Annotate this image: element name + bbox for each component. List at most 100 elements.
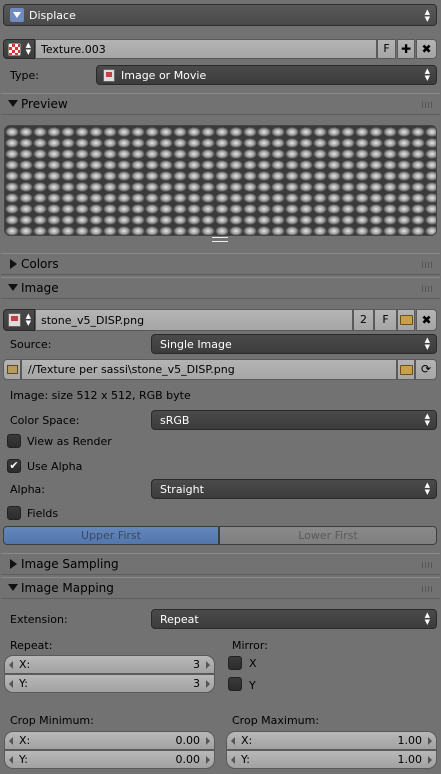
checkmark-icon: ✔ bbox=[9, 459, 19, 472]
use-alpha-checkbox[interactable]: ✔ bbox=[7, 459, 21, 473]
alpha-label: Alpha: bbox=[10, 483, 45, 496]
checker-icon bbox=[8, 43, 21, 56]
panel-preview-header[interactable]: Preview bbox=[1, 93, 440, 115]
crop-max-y-field[interactable]: Y: 1.00 bbox=[226, 750, 437, 769]
folder-icon bbox=[400, 365, 413, 375]
image-unlink-button[interactable]: ✖ bbox=[416, 309, 437, 331]
crop-max-x-field[interactable]: X: 1.00 bbox=[226, 731, 437, 750]
texture-name-field[interactable]: Texture.003 bbox=[35, 39, 377, 59]
close-icon: ✖ bbox=[421, 42, 432, 56]
mirror-x-label: X bbox=[249, 657, 257, 670]
texture-browse-button[interactable]: ▲ ▼ bbox=[3, 39, 35, 59]
decrement-arrow-icon[interactable] bbox=[9, 661, 13, 669]
crop-minimum-label: Crop Minimum: bbox=[10, 714, 94, 727]
decrement-arrow-icon[interactable] bbox=[231, 737, 235, 745]
image-icon bbox=[103, 69, 115, 82]
chevron-updown-icon: ▲ ▼ bbox=[25, 312, 31, 327]
reload-button[interactable]: ⟳ bbox=[415, 359, 437, 380]
increment-arrow-icon[interactable] bbox=[206, 756, 210, 764]
alpha-mode-select[interactable]: Straight ▲ ▼ bbox=[151, 479, 437, 499]
field-order-upper-first[interactable]: Upper First bbox=[3, 526, 219, 545]
mirror-y-checkbox[interactable] bbox=[228, 677, 242, 691]
texture-preview-image bbox=[4, 125, 437, 236]
increment-arrow-icon[interactable] bbox=[428, 756, 432, 764]
increment-arrow-icon[interactable] bbox=[206, 737, 210, 745]
crop-min-y-field[interactable]: Y: 0.00 bbox=[4, 750, 215, 769]
collapse-triangle-icon bbox=[8, 100, 18, 107]
modifier-header[interactable]: Displace ▲ ▼ bbox=[3, 4, 437, 26]
drag-grip-icon[interactable] bbox=[422, 262, 434, 268]
texture-fake-user-button[interactable]: F bbox=[377, 39, 396, 59]
drag-grip-icon[interactable] bbox=[422, 286, 434, 292]
drag-grip-icon[interactable] bbox=[422, 586, 434, 592]
use-alpha-label: Use Alpha bbox=[27, 460, 83, 473]
decrement-arrow-icon[interactable] bbox=[231, 756, 235, 764]
chevron-updown-icon: ▲ ▼ bbox=[424, 481, 430, 496]
mirror-x-checkbox[interactable] bbox=[228, 656, 242, 670]
increment-arrow-icon[interactable] bbox=[428, 737, 432, 745]
image-name-field[interactable]: stone_v5_DISP.png bbox=[35, 309, 353, 331]
increment-arrow-icon[interactable] bbox=[206, 661, 210, 669]
fields-label: Fields bbox=[27, 507, 59, 520]
preview-resize-handle[interactable] bbox=[212, 237, 228, 242]
view-as-render-checkbox[interactable] bbox=[7, 434, 21, 448]
modifier-name: Displace bbox=[29, 9, 76, 22]
chevron-updown-icon: ▲ ▼ bbox=[424, 336, 430, 351]
mirror-y-label: Y bbox=[249, 679, 256, 692]
collapse-triangle-icon bbox=[8, 584, 18, 591]
decrement-arrow-icon[interactable] bbox=[9, 737, 13, 745]
chevron-updown-icon: ▲ ▼ bbox=[25, 41, 31, 56]
field-order-lower-first[interactable]: Lower First bbox=[219, 526, 437, 545]
mirror-label: Mirror: bbox=[232, 639, 268, 652]
panel-image-header[interactable]: Image bbox=[1, 277, 440, 299]
repeat-y-field[interactable]: Y: 3 bbox=[4, 674, 215, 693]
panel-image-mapping-header[interactable]: Image Mapping bbox=[1, 577, 440, 599]
image-fake-user-button[interactable]: F bbox=[374, 309, 397, 331]
fields-checkbox[interactable] bbox=[7, 506, 21, 520]
drag-grip-icon[interactable] bbox=[422, 102, 434, 108]
folder-icon bbox=[400, 315, 413, 325]
type-label: Type: bbox=[10, 69, 39, 82]
view-as-render-label: View as Render bbox=[27, 435, 112, 448]
color-space-label: Color Space: bbox=[10, 414, 80, 427]
expand-triangle-icon bbox=[10, 559, 17, 569]
collapse-triangle-icon bbox=[8, 284, 18, 291]
texture-unlink-button[interactable]: ✖ bbox=[416, 39, 437, 59]
texture-new-button[interactable]: ✚ bbox=[397, 39, 415, 59]
decrement-arrow-icon[interactable] bbox=[9, 680, 13, 688]
close-icon: ✖ bbox=[421, 313, 432, 327]
chevron-updown-icon: ▲ ▼ bbox=[424, 611, 430, 626]
crop-maximum-label: Crop Maximum: bbox=[232, 714, 320, 727]
expand-triangle-icon bbox=[10, 259, 17, 269]
image-browse-button[interactable]: ▲ ▼ bbox=[3, 309, 35, 331]
chevron-updown-icon: ▲ ▼ bbox=[424, 412, 430, 427]
filepath-row: //Texture per sassi\stone_v5_DISP.png ⟳ bbox=[3, 359, 437, 380]
image-info-text: Image: size 512 x 512, RGB byte bbox=[10, 389, 191, 402]
repeat-label: Repeat: bbox=[10, 639, 53, 652]
panel-colors-header[interactable]: Colors bbox=[1, 253, 440, 275]
image-icon bbox=[8, 313, 21, 327]
decrement-arrow-icon[interactable] bbox=[9, 756, 13, 764]
extension-label: Extension: bbox=[10, 613, 68, 626]
plus-icon: ✚ bbox=[400, 42, 412, 56]
color-space-select[interactable]: sRGB ▲ ▼ bbox=[151, 410, 437, 430]
image-open-button[interactable] bbox=[397, 309, 415, 331]
increment-arrow-icon[interactable] bbox=[206, 680, 210, 688]
source-select[interactable]: Single Image ▲ ▼ bbox=[151, 334, 437, 354]
repeat-x-field[interactable]: X: 3 bbox=[4, 655, 215, 674]
pack-button[interactable] bbox=[3, 359, 21, 380]
crop-min-x-field[interactable]: X: 0.00 bbox=[4, 731, 215, 750]
image-users-count[interactable]: 2 bbox=[353, 309, 374, 331]
drag-grip-icon[interactable] bbox=[422, 562, 434, 568]
panel-image-sampling-header[interactable]: Image Sampling bbox=[1, 553, 440, 575]
reload-icon: ⟳ bbox=[420, 362, 432, 376]
type-select[interactable]: Image or Movie ▲ ▼ bbox=[96, 65, 437, 85]
package-icon bbox=[7, 365, 18, 374]
extension-select[interactable]: Repeat ▲ ▼ bbox=[151, 609, 437, 629]
filepath-field[interactable]: //Texture per sassi\stone_v5_DISP.png bbox=[21, 359, 397, 380]
filepath-browse-button[interactable] bbox=[397, 359, 415, 380]
source-label: Source: bbox=[10, 338, 52, 351]
modifier-menu-arrows[interactable]: ▲ ▼ bbox=[425, 9, 430, 23]
chevron-updown-icon: ▲ ▼ bbox=[424, 67, 430, 82]
modifier-type-icon bbox=[10, 8, 24, 22]
